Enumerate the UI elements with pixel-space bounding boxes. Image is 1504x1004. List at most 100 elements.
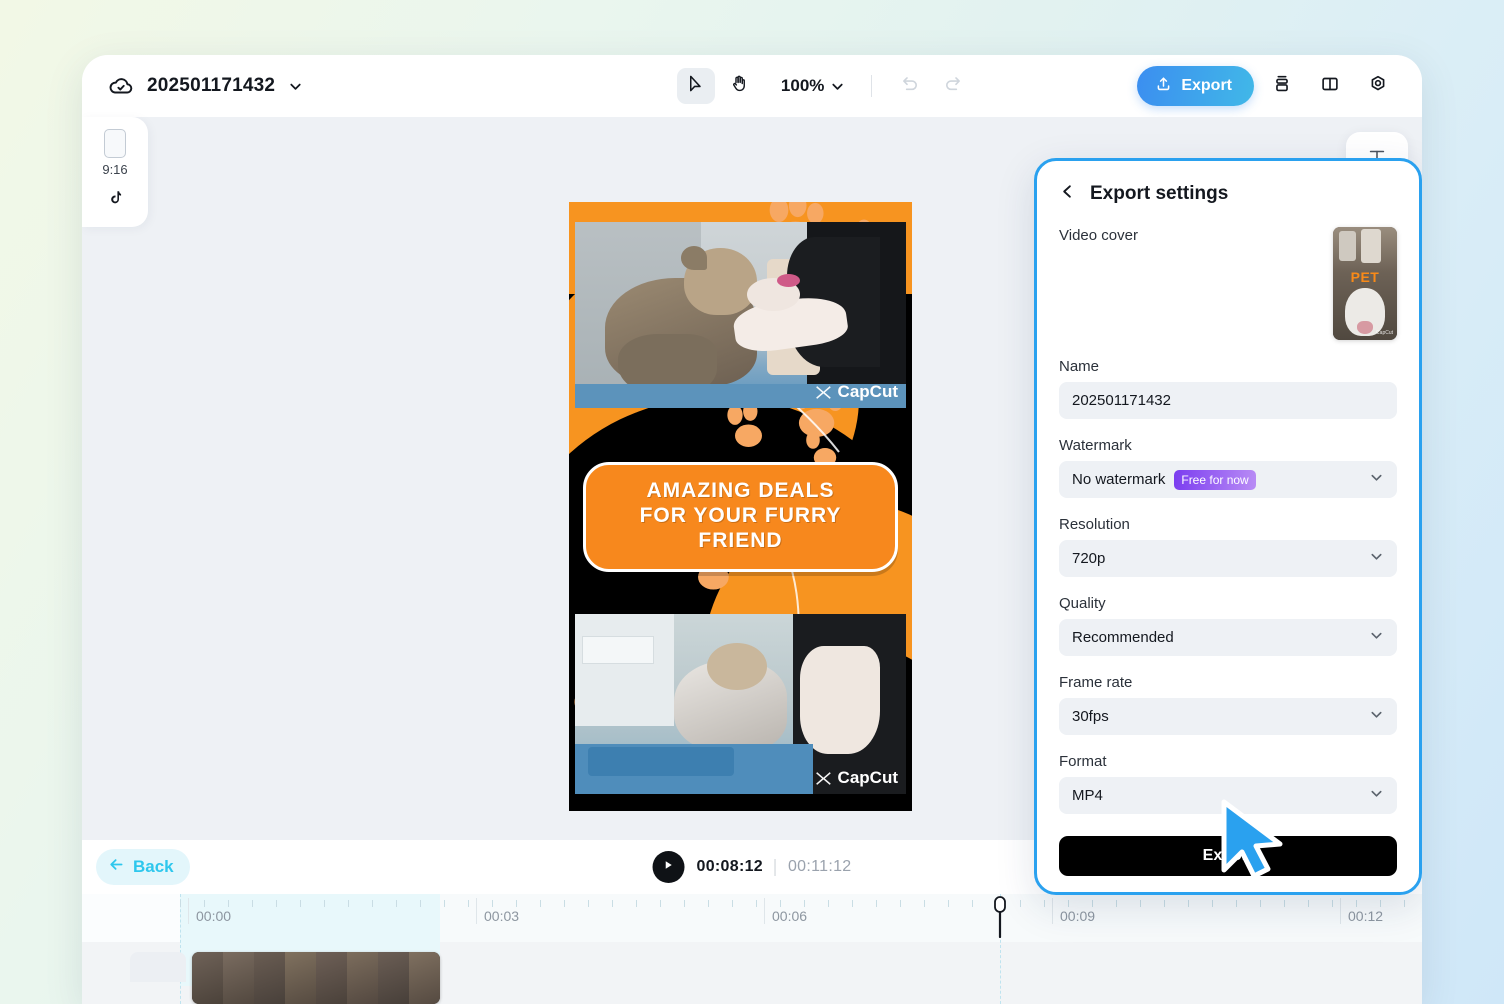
mouse-pointer-icon xyxy=(1216,796,1288,886)
timeline-tick xyxy=(1404,900,1405,907)
redo-button[interactable] xyxy=(934,68,972,104)
back-button-label: Back xyxy=(133,857,174,877)
chevron-left-icon[interactable] xyxy=(1059,183,1076,205)
chevron-down-icon[interactable] xyxy=(1369,628,1384,648)
name-input[interactable]: 202501171432 xyxy=(1059,382,1397,419)
timeline-tick xyxy=(876,900,877,907)
timeline-tick xyxy=(300,900,301,907)
cover-text: PET xyxy=(1351,269,1380,285)
timeline-head-slot[interactable] xyxy=(130,952,186,982)
timeline-tick xyxy=(708,900,709,907)
status-badge: Free for now xyxy=(1174,470,1255,490)
back-button[interactable]: Back xyxy=(96,849,190,885)
split-panel-button[interactable] xyxy=(1310,66,1350,106)
play-icon xyxy=(663,858,675,876)
cover-watermark: CapCut xyxy=(1376,330,1393,336)
video-cover-thumbnail[interactable]: PET CapCut xyxy=(1333,227,1397,340)
upload-icon xyxy=(1155,75,1172,97)
zoom-level-selector[interactable]: 100% xyxy=(765,76,853,96)
timeline[interactable]: 00:0000:0300:0600:0900:12 xyxy=(82,894,1422,1004)
field-select[interactable]: No watermarkFree for now xyxy=(1059,461,1397,498)
timeline-time-label: 00:12 xyxy=(1348,908,1383,924)
hand-tool-button[interactable] xyxy=(721,68,759,104)
banner-line-2: FOR YOUR FURRY FRIEND xyxy=(596,504,885,554)
chevron-down-icon[interactable] xyxy=(1369,786,1384,806)
top-toolbar: 202501171432 10 xyxy=(82,55,1422,117)
gear-hex-icon xyxy=(1367,73,1389,100)
timeline-tick xyxy=(492,900,493,907)
field-select[interactable]: 720p xyxy=(1059,540,1397,577)
timeline-tick xyxy=(1380,900,1381,907)
field-value: 202501171432 xyxy=(1072,392,1171,409)
timeline-tick xyxy=(1116,900,1117,907)
timeline-tick xyxy=(1044,900,1045,907)
field-label: Resolution xyxy=(1059,516,1397,533)
timeline-tick xyxy=(780,900,781,907)
capcut-watermark: CapCut xyxy=(813,382,898,402)
hand-icon xyxy=(730,74,749,98)
timeline-major-tick xyxy=(1052,898,1053,924)
field-label: Watermark xyxy=(1059,437,1397,454)
preview-banner: AMAZING DEALS FOR YOUR FURRY FRIEND xyxy=(583,462,898,572)
project-title-group[interactable]: 202501171432 xyxy=(82,73,512,99)
timeline-tick xyxy=(1236,900,1237,907)
timeline-tick xyxy=(1212,900,1213,907)
preview-photo-top: CapCut xyxy=(575,222,906,408)
timeline-playhead[interactable] xyxy=(993,896,1007,936)
timeline-tick xyxy=(588,900,589,907)
undo-icon xyxy=(899,73,920,99)
video-cover-label: Video cover xyxy=(1059,227,1138,244)
timeline-tick xyxy=(1284,900,1285,907)
chevron-down-icon[interactable] xyxy=(1369,707,1384,727)
toolbar-divider xyxy=(871,75,872,97)
panel-body: Video cover PET CapCut Name202501171432W… xyxy=(1037,227,1419,814)
redo-icon xyxy=(943,73,964,99)
field-value: 720p xyxy=(1072,550,1105,567)
timeline-tick xyxy=(348,900,349,907)
timeline-tick xyxy=(564,900,565,907)
timeline-tick xyxy=(1308,900,1309,907)
timeline-tick xyxy=(228,900,229,907)
field-label: Frame rate xyxy=(1059,674,1397,691)
undo-button[interactable] xyxy=(890,68,928,104)
timeline-tick xyxy=(396,900,397,907)
field-select[interactable]: 30fps xyxy=(1059,698,1397,735)
timeline-tick xyxy=(756,900,757,907)
play-button[interactable] xyxy=(653,851,685,883)
playback-status: 00:08:12 00:11:12 xyxy=(653,851,852,883)
select-tool-button[interactable] xyxy=(677,68,715,104)
time-divider xyxy=(775,859,776,876)
field-select[interactable]: Recommended xyxy=(1059,619,1397,656)
portrait-frame-icon xyxy=(104,129,126,158)
export-button[interactable]: Export xyxy=(1137,66,1254,106)
split-panel-icon xyxy=(1319,73,1341,100)
timeline-tick xyxy=(804,900,805,907)
aspect-ratio-card[interactable]: 9:16 xyxy=(82,117,148,227)
settings-button[interactable] xyxy=(1358,66,1398,106)
aspect-ratio-label: 9:16 xyxy=(102,162,127,177)
timeline-tick xyxy=(1356,900,1357,907)
timeline-tick xyxy=(1260,900,1261,907)
timeline-time-label: 00:06 xyxy=(772,908,807,924)
timeline-tick xyxy=(684,900,685,907)
chevron-down-icon xyxy=(830,79,845,94)
timeline-major-tick xyxy=(1340,898,1341,924)
cursor-arrow-icon xyxy=(686,74,705,98)
timeline-tick xyxy=(444,900,445,907)
timeline-tick xyxy=(828,900,829,907)
chevron-down-icon[interactable] xyxy=(1369,549,1384,569)
field-value: Recommended xyxy=(1072,629,1174,646)
timeline-tick xyxy=(1020,900,1021,907)
timeline-time-label: 00:03 xyxy=(484,908,519,924)
tiktok-icon[interactable] xyxy=(106,189,124,212)
layers-icon xyxy=(1271,73,1293,100)
export-fields: Name202501171432WatermarkNo watermarkFre… xyxy=(1059,358,1397,814)
chevron-down-icon[interactable] xyxy=(288,79,303,94)
panel-title: Export settings xyxy=(1090,183,1228,205)
timeline-tick xyxy=(852,900,853,907)
layers-button[interactable] xyxy=(1262,66,1302,106)
timeline-tick xyxy=(276,900,277,907)
timeline-clip[interactable] xyxy=(192,952,440,1004)
chevron-down-icon[interactable] xyxy=(1369,470,1384,490)
video-preview[interactable]: CapCut AMAZING DEALS FOR YOUR FURRY FRIE… xyxy=(569,202,912,811)
